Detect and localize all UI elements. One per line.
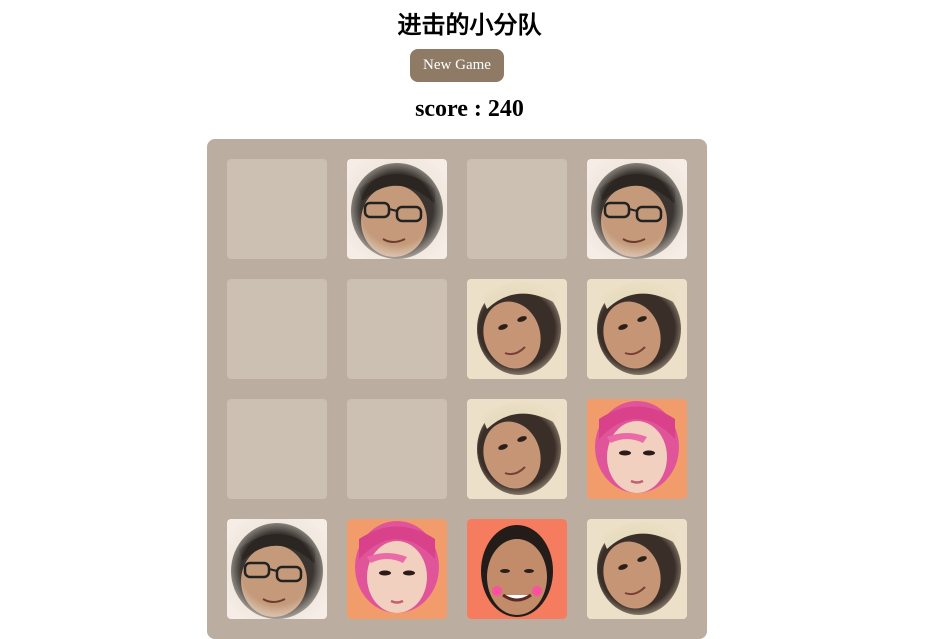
grid-cell [227,279,327,379]
grid-cell [347,279,447,379]
grid-cell [347,399,447,499]
grid-cell [587,159,687,259]
grid-cell [227,519,327,619]
grid-cell [347,519,447,619]
tile-glasses-face [347,159,447,259]
game-board [207,139,707,639]
new-game-button[interactable]: New Game [410,49,504,82]
game-title: 进击的小分队 [397,11,542,39]
tile-tilted-face [587,519,687,619]
grid-cell [587,519,687,619]
grid-cell [227,159,327,259]
tile-smiling-man-face [467,519,567,619]
tile-pink-hair-face [347,519,447,619]
grid-cell [587,279,687,379]
grid-cell [467,159,567,259]
grid-cell [587,399,687,499]
grid-cell [467,399,567,499]
tile-tilted-face [467,279,567,379]
tile-pink-hair-face [587,399,687,499]
grid-cell [347,159,447,259]
grid-cell [467,519,567,619]
tile-tilted-face [587,279,687,379]
grid-cell [227,399,327,499]
grid-cell [467,279,567,379]
score-display: score : 240 [415,96,524,122]
tile-glasses-face [227,519,327,619]
tile-tilted-face [467,399,567,499]
tile-glasses-face [587,159,687,259]
